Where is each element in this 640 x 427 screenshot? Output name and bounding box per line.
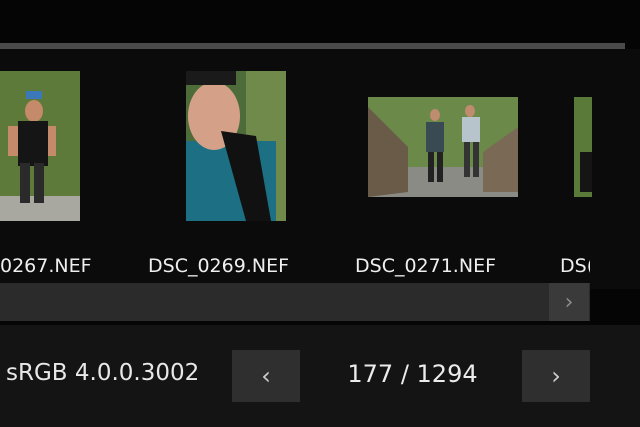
thumbnail-0267[interactable]	[0, 71, 80, 221]
thumbnail-partial[interactable]	[574, 97, 592, 197]
filename-0271: DSC_0271.NEF	[355, 255, 496, 277]
image-counter: 177 / 1294	[347, 360, 478, 388]
thumbnail-0271[interactable]	[368, 97, 518, 197]
photo-partial-icon	[574, 97, 592, 197]
scroll-right-button[interactable]: ›	[549, 283, 589, 321]
filmstrip: 0267.NEF DSC_0269.NEF DSC_0271.NEF DS(	[0, 49, 640, 289]
photo-runner-trail-icon	[0, 71, 80, 221]
next-image-button[interactable]: ›	[522, 350, 590, 402]
filename-0269: DSC_0269.NEF	[148, 255, 289, 277]
photo-portrait-runner-icon	[186, 71, 286, 221]
photo-two-runners-bridge-icon	[368, 97, 518, 197]
color-profile-label: sRGB 4.0.0.3002	[6, 360, 200, 386]
filename-0267: 0267.NEF	[0, 255, 92, 277]
filename-partial: DS(	[560, 255, 590, 277]
thumbnail-0269[interactable]	[186, 71, 286, 221]
previous-image-button[interactable]: ‹	[232, 350, 300, 402]
chevron-right-icon: ›	[551, 362, 561, 390]
chevron-right-icon: ›	[564, 289, 574, 315]
chevron-left-icon: ‹	[261, 362, 271, 390]
filmstrip-scrollbar[interactable]	[0, 283, 590, 321]
